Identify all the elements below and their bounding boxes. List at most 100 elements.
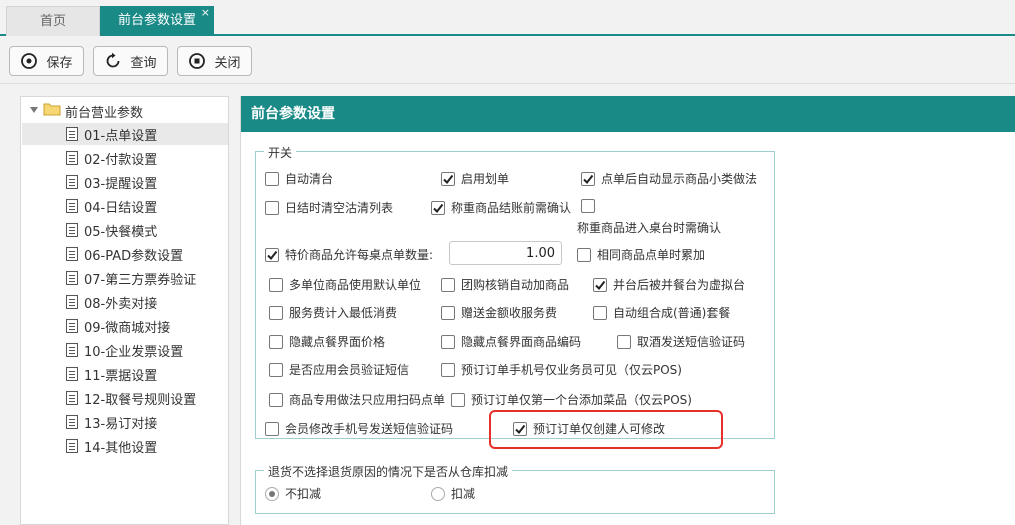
document-icon bbox=[66, 319, 78, 333]
tree-item-label: 12-取餐号规则设置 bbox=[84, 392, 197, 408]
option-label: 取酒发送短信验证码 bbox=[637, 335, 746, 349]
option-checkbox[interactable]: 自动组合成(普通)套餐 bbox=[593, 304, 730, 321]
checkbox-unchecked[interactable] bbox=[265, 421, 279, 436]
collapse-triangle-icon[interactable] bbox=[29, 104, 39, 119]
checkbox-unchecked[interactable] bbox=[269, 277, 283, 292]
option-label: 服务费计入最低消费 bbox=[289, 306, 398, 320]
document-icon bbox=[66, 151, 78, 165]
checkbox-unchecked[interactable] bbox=[269, 392, 283, 407]
document-icon bbox=[66, 271, 78, 285]
tree-item[interactable]: 09-微商城对接 bbox=[22, 315, 228, 337]
close-icon[interactable]: × bbox=[201, 0, 210, 28]
option-checkbox[interactable]: 称重商品结账前需确认 bbox=[431, 199, 571, 216]
tab-frontdesk-settings[interactable]: 前台参数设置 × bbox=[100, 6, 214, 36]
document-icon bbox=[66, 247, 78, 261]
checkbox-unchecked[interactable] bbox=[441, 277, 455, 292]
document-icon bbox=[66, 439, 78, 453]
checkbox-unchecked[interactable] bbox=[581, 199, 595, 213]
checkbox-unchecked[interactable] bbox=[451, 392, 465, 407]
option-checkbox[interactable]: 是否应用会员验证短信 bbox=[269, 361, 409, 378]
tree-item[interactable]: 01-点单设置 bbox=[22, 123, 228, 145]
tree-item-label: 13-易订对接 bbox=[84, 416, 158, 432]
settings-tree: 前台营业参数 01-点单设置 02-付款设置 03-提醒设置 04-日结设置 05-快餐… bbox=[20, 96, 229, 525]
checkbox-unchecked[interactable] bbox=[269, 362, 283, 377]
tree-item[interactable]: 04-日结设置 bbox=[22, 195, 228, 217]
option-label: 商品专用做法只应用扫码点单 bbox=[289, 393, 446, 407]
option-label: 多单位商品使用默认单位 bbox=[289, 278, 422, 292]
option-label: 称重商品结账前需确认 bbox=[451, 201, 572, 215]
settings-panel: 前台参数设置 开关 自动清台 启用划单 点单后自动显示商品小类做法 日结时清空沽清列表… bbox=[240, 96, 1015, 525]
special-qty-input[interactable] bbox=[449, 241, 562, 265]
tree-root[interactable]: 前台营业参数 bbox=[29, 101, 143, 121]
close-button[interactable]: 关闭 bbox=[177, 46, 252, 76]
option-label: 团购核销自动加商品 bbox=[461, 278, 570, 292]
option-label: 隐藏点餐界面价格 bbox=[289, 335, 386, 349]
tree-item[interactable]: 10-企业发票设置 bbox=[22, 339, 228, 361]
radio-deduct[interactable]: 扣减 bbox=[431, 485, 475, 502]
query-button[interactable]: 查询 bbox=[93, 46, 168, 76]
tree-item[interactable]: 14-其他设置 bbox=[22, 435, 228, 457]
checkbox-checked[interactable] bbox=[581, 171, 595, 186]
option-checkbox[interactable]: 相同商品点单时累加 bbox=[577, 246, 705, 263]
option-checkbox[interactable]: 日结时清空沽清列表 bbox=[265, 199, 393, 216]
option-checkbox[interactable]: 服务费计入最低消费 bbox=[269, 304, 397, 321]
option-checkbox[interactable]: 称重商品进入桌台时需确认 bbox=[577, 199, 721, 235]
checkbox-checked[interactable] bbox=[441, 171, 455, 186]
tree-item[interactable]: 11-票据设置 bbox=[22, 363, 228, 385]
option-checkbox[interactable]: 会员修改手机号发送短信验证码 bbox=[265, 420, 453, 437]
option-label: 会员修改手机号发送短信验证码 bbox=[285, 422, 454, 436]
tree-item-label: 05-快餐模式 bbox=[84, 224, 158, 240]
tree-item-label: 01-点单设置 bbox=[84, 128, 158, 144]
save-button[interactable]: 保存 bbox=[9, 46, 84, 76]
document-icon bbox=[66, 367, 78, 381]
tab-label: 前台参数设置 bbox=[117, 13, 196, 28]
tree-item[interactable]: 08-外卖对接 bbox=[22, 291, 228, 313]
option-checkbox[interactable]: 隐藏点餐界面价格 bbox=[269, 333, 385, 350]
checkbox-unchecked[interactable] bbox=[441, 305, 455, 320]
tree-item[interactable]: 02-付款设置 bbox=[22, 147, 228, 169]
tree-item[interactable]: 13-易订对接 bbox=[22, 411, 228, 433]
option-checkbox[interactable]: 启用划单 bbox=[441, 170, 509, 187]
option-checkbox[interactable]: 预订订单手机号仅业务员可见（仅云POS) bbox=[441, 361, 682, 378]
checkbox-unchecked[interactable] bbox=[269, 305, 283, 320]
checkbox-unchecked[interactable] bbox=[593, 305, 607, 320]
checkbox-checked[interactable] bbox=[431, 200, 445, 215]
checkbox-checked[interactable] bbox=[265, 247, 279, 262]
checkbox-checked[interactable] bbox=[593, 277, 607, 292]
option-label: 日结时清空沽清列表 bbox=[285, 201, 394, 215]
tree-item[interactable]: 07-第三方票券验证 bbox=[22, 267, 228, 289]
tab-home[interactable]: 首页 bbox=[6, 6, 100, 36]
refresh-icon bbox=[104, 52, 122, 70]
tree-item[interactable]: 05-快餐模式 bbox=[22, 219, 228, 241]
tree-item-label: 06-PAD参数设置 bbox=[84, 248, 184, 264]
option-checkbox[interactable]: 点单后自动显示商品小类做法 bbox=[581, 170, 757, 187]
checkbox-unchecked[interactable] bbox=[265, 200, 279, 215]
checkbox-unchecked[interactable] bbox=[441, 334, 455, 349]
radio-no-deduct[interactable]: 不扣减 bbox=[265, 485, 321, 502]
checkbox-unchecked[interactable] bbox=[265, 171, 279, 186]
option-checkbox[interactable]: 特价商品允许每桌点单数量: bbox=[265, 246, 433, 263]
document-icon bbox=[66, 415, 78, 429]
tree-item[interactable]: 03-提醒设置 bbox=[22, 171, 228, 193]
save-icon bbox=[20, 52, 38, 70]
checkbox-unchecked[interactable] bbox=[269, 334, 283, 349]
option-checkbox[interactable]: 商品专用做法只应用扫码点单 bbox=[269, 391, 445, 408]
option-checkbox[interactable]: 预订订单仅第一个台添加菜品（仅云POS) bbox=[451, 391, 692, 408]
tree-item-label: 03-提醒设置 bbox=[84, 176, 158, 192]
option-checkbox[interactable]: 自动清台 bbox=[265, 170, 333, 187]
option-checkbox[interactable]: 取酒发送短信验证码 bbox=[617, 333, 745, 350]
option-label: 自动组合成(普通)套餐 bbox=[613, 306, 731, 320]
option-label: 启用划单 bbox=[461, 172, 510, 186]
tree-item[interactable]: 06-PAD参数设置 bbox=[22, 243, 228, 265]
radio-dot[interactable] bbox=[431, 486, 445, 501]
option-checkbox[interactable]: 团购核销自动加商品 bbox=[441, 276, 569, 293]
checkbox-unchecked[interactable] bbox=[441, 362, 455, 377]
option-checkbox[interactable]: 并台后被并餐台为虚拟台 bbox=[593, 276, 745, 293]
checkbox-unchecked[interactable] bbox=[577, 247, 591, 262]
tree-item[interactable]: 12-取餐号规则设置 bbox=[22, 387, 228, 409]
option-checkbox[interactable]: 赠送金额收服务费 bbox=[441, 304, 557, 321]
radio-dot[interactable] bbox=[265, 486, 279, 501]
option-checkbox[interactable]: 多单位商品使用默认单位 bbox=[269, 276, 421, 293]
checkbox-unchecked[interactable] bbox=[617, 334, 631, 349]
option-checkbox[interactable]: 隐藏点餐界面商品编码 bbox=[441, 333, 581, 350]
